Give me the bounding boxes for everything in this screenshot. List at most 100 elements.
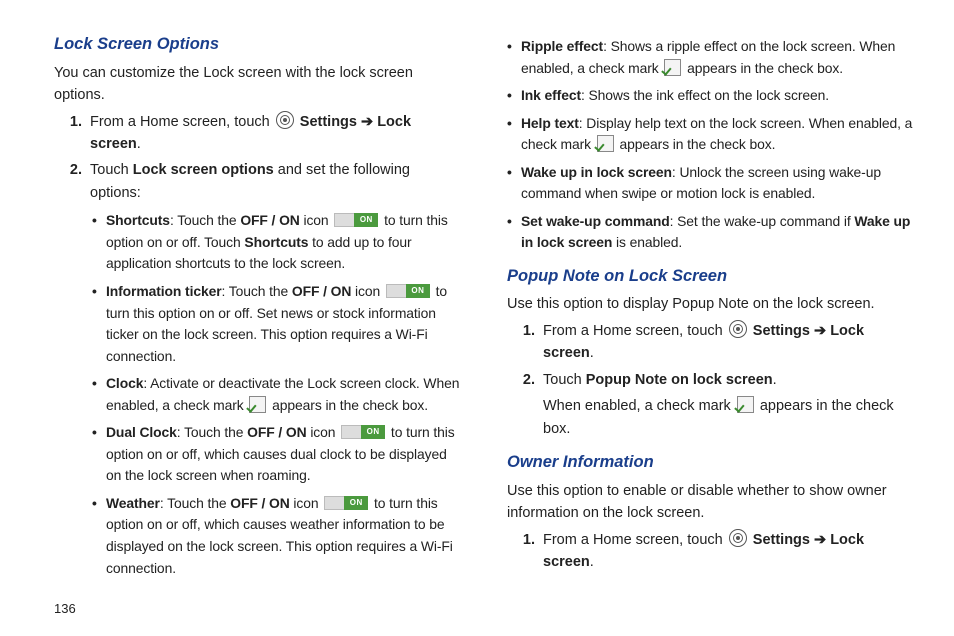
manual-page: Lock Screen Options You can customize th… <box>0 0 954 636</box>
label: Ink effect <box>521 87 581 103</box>
right-column: • Ripple effect: Shows a ripple effect o… <box>507 30 916 616</box>
bullet-icon: • <box>92 493 106 579</box>
on-label: ON <box>406 284 430 298</box>
heading-lock-screen-options: Lock Screen Options <box>54 32 463 58</box>
bullet-icon: • <box>507 36 521 79</box>
text: From a Home screen, touch <box>543 532 727 548</box>
step-number: 1. <box>54 111 90 156</box>
step-text: Touch Lock screen options and set the fo… <box>90 159 463 204</box>
bullet-ink: • Ink effect: Shows the ink effect on th… <box>507 85 916 107</box>
bullet-ripple: • Ripple effect: Shows a ripple effect o… <box>507 36 916 79</box>
bullet-text: Set wake-up command: Set the wake-up com… <box>521 211 916 254</box>
text: icon <box>290 495 323 511</box>
label: Ripple effect <box>521 38 603 54</box>
label: Clock <box>106 375 143 391</box>
bullet-icon: • <box>92 422 106 487</box>
step-number: 1. <box>507 320 543 365</box>
bullet-text: Dual Clock: Touch the OFF / ON icon ON t… <box>106 422 463 487</box>
owner-step-1: 1. From a Home screen, touch Settings ➔ … <box>507 529 916 574</box>
bullet-text: Ripple effect: Shows a ripple effect on … <box>521 36 916 79</box>
bullet-icon: • <box>507 85 521 107</box>
arrow-icon: ➔ <box>814 323 826 339</box>
bullet-text: Information ticker: Touch the OFF / ON i… <box>106 281 463 367</box>
off-on-label: OFF / ON <box>230 495 289 511</box>
toggle-icon: ON <box>324 496 368 510</box>
bullet-icon: • <box>507 113 521 156</box>
text: : Touch the <box>160 495 230 511</box>
checkbox-icon <box>664 59 681 76</box>
bullet-text: Clock: Activate or deactivate the Lock s… <box>106 373 463 416</box>
off-on-label: OFF / ON <box>292 283 351 299</box>
heading-popup-note: Popup Note on Lock Screen <box>507 264 916 290</box>
page-number: 136 <box>54 601 76 616</box>
arrow-icon: ➔ <box>361 114 373 130</box>
bullet-icon: • <box>92 210 106 275</box>
text: appears in the check box. <box>616 136 776 152</box>
text: From a Home screen, touch <box>90 114 274 130</box>
option-name: Popup Note on lock screen <box>586 372 773 388</box>
settings-label: Settings <box>749 323 814 339</box>
bullet-text: Help text: Display help text on the lock… <box>521 113 916 156</box>
text: : Shows the ink effect on the lock scree… <box>581 87 829 103</box>
bullet-dual-clock: • Dual Clock: Touch the OFF / ON icon ON… <box>54 422 463 487</box>
popup-step-2: 2. Touch Popup Note on lock screen. When… <box>507 369 916 440</box>
label: Weather <box>106 495 160 511</box>
text: : Touch the <box>177 424 247 440</box>
bullet-info-ticker: • Information ticker: Touch the OFF / ON… <box>54 281 463 367</box>
popup-intro: Use this option to display Popup Note on… <box>507 293 916 315</box>
step-text: From a Home screen, touch Settings ➔ Loc… <box>543 320 916 365</box>
text: : Touch the <box>170 212 240 228</box>
text: : Set the wake-up command if <box>670 213 855 229</box>
text: When enabled, a check mark <box>543 398 735 414</box>
bullet-text: Wake up in lock screen: Unlock the scree… <box>521 162 916 205</box>
step-number: 1. <box>507 529 543 574</box>
heading-owner-info: Owner Information <box>507 450 916 476</box>
option-name: Lock screen options <box>133 162 274 178</box>
intro-text: You can customize the Lock screen with t… <box>54 62 463 107</box>
settings-label: Settings <box>749 532 814 548</box>
step-1: 1. From a Home screen, touch Settings ➔ … <box>54 111 463 156</box>
bullet-text: Ink effect: Shows the ink effect on the … <box>521 85 916 107</box>
left-column: Lock Screen Options You can customize th… <box>54 30 463 616</box>
text: icon <box>351 283 384 299</box>
settings-label: Settings <box>296 114 361 130</box>
step-note: When enabled, a check mark appears in th… <box>543 395 916 440</box>
label: Wake up in lock screen <box>521 164 672 180</box>
text: Touch <box>543 372 586 388</box>
settings-icon <box>729 529 747 547</box>
text: icon <box>300 212 333 228</box>
label: Information ticker <box>106 283 222 299</box>
off-on-label: OFF / ON <box>247 424 306 440</box>
step-text: From a Home screen, touch Settings ➔ Loc… <box>543 529 916 574</box>
label: Shortcuts <box>106 212 170 228</box>
text: . <box>773 372 777 388</box>
bullet-icon: • <box>92 373 106 416</box>
settings-icon <box>729 320 747 338</box>
toggle-icon: ON <box>341 425 385 439</box>
owner-intro: Use this option to enable or disable whe… <box>507 480 916 525</box>
settings-icon <box>276 111 294 129</box>
on-label: ON <box>354 213 378 227</box>
label: Shortcuts <box>244 234 308 250</box>
popup-step-1: 1. From a Home screen, touch Settings ➔ … <box>507 320 916 365</box>
on-label: ON <box>361 425 385 439</box>
step-text: Touch Popup Note on lock screen. When en… <box>543 369 916 440</box>
label: Dual Clock <box>106 424 177 440</box>
step-text: From a Home screen, touch Settings ➔ Loc… <box>90 111 463 156</box>
on-label: ON <box>344 496 368 510</box>
bullet-set-wake: • Set wake-up command: Set the wake-up c… <box>507 211 916 254</box>
text: appears in the check box. <box>268 397 428 413</box>
bullet-text: Shortcuts: Touch the OFF / ON icon ON to… <box>106 210 463 275</box>
step-number: 2. <box>507 369 543 440</box>
toggle-icon: ON <box>334 213 378 227</box>
text: appears in the check box. <box>683 60 843 76</box>
step-2: 2. Touch Lock screen options and set the… <box>54 159 463 204</box>
text: Touch <box>90 162 133 178</box>
toggle-icon: ON <box>386 284 430 298</box>
bullet-icon: • <box>507 211 521 254</box>
off-on-label: OFF / ON <box>240 212 299 228</box>
text: icon <box>307 424 340 440</box>
text: From a Home screen, touch <box>543 323 727 339</box>
checkbox-icon <box>249 396 266 413</box>
arrow-icon: ➔ <box>814 532 826 548</box>
